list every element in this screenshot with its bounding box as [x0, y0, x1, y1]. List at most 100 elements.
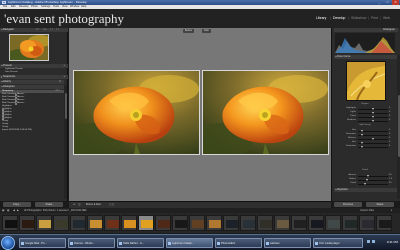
network-icon[interactable]	[367, 240, 370, 243]
slider-value[interactable]: 0	[389, 129, 390, 132]
filmstrip-thumbnail[interactable]	[206, 215, 222, 231]
module-develop[interactable]: Develop	[333, 15, 345, 21]
swap-views-icon[interactable]: ▢ ▢	[109, 203, 114, 207]
filmstrip-thumbnail[interactable]	[104, 215, 120, 231]
slider-knob[interactable]	[371, 111, 374, 114]
vignettes-header[interactable]: Vignettes	[334, 188, 398, 192]
slider-value[interactable]: 0	[389, 145, 390, 148]
slider-knob[interactable]	[365, 178, 368, 181]
view-mode-label[interactable]: Before & After :	[86, 203, 102, 207]
start-button[interactable]	[1, 236, 15, 250]
filmstrip-thumbnail[interactable]	[70, 215, 86, 231]
slider-value[interactable]: 0	[389, 141, 390, 144]
clear-history-icon[interactable]: ✕	[59, 80, 61, 84]
after-photo[interactable]	[202, 70, 329, 155]
slider-value[interactable]: 0	[389, 133, 390, 136]
slider-row[interactable]: Saturation 0	[336, 145, 396, 149]
filmstrip-thumbnail[interactable]	[121, 215, 137, 231]
filmstrip-thumbnail[interactable]	[376, 215, 392, 231]
filmstrip-thumbnail[interactable]	[189, 215, 205, 231]
filmstrip-thumbnail[interactable]	[138, 215, 154, 231]
tone-curve-graph[interactable]	[346, 61, 386, 101]
slider-knob[interactable]	[371, 119, 374, 122]
taskbar-item[interactable]: Internet - Windo...	[68, 238, 115, 248]
slider-value[interactable]: 25	[389, 182, 391, 185]
filmstrip-thumbnail[interactable]	[155, 215, 171, 231]
slider-value[interactable]: 0	[389, 115, 390, 118]
taskbar-item[interactable]: VLC media player	[313, 238, 363, 248]
filmstrip-thumbnail[interactable]	[308, 215, 324, 231]
navigator-header[interactable]: Navigator FIT FILL 1:1 3:1	[0, 28, 68, 32]
previous-button[interactable]: Previous	[334, 202, 362, 207]
zoom-fit[interactable]: FIT	[36, 28, 39, 32]
filmstrip-thumbnail[interactable]	[274, 215, 290, 231]
slider-knob[interactable]	[371, 137, 374, 140]
add-snapshot-icon[interactable]: +	[63, 75, 65, 79]
zoom-fill[interactable]: FILL	[43, 28, 47, 32]
taskbar-item[interactable]: Table Rather - Li...	[117, 238, 164, 248]
filmstrip-thumbnail[interactable]	[257, 215, 273, 231]
filmstrip-thumbnail[interactable]	[172, 215, 188, 231]
zoom-3-1[interactable]: 3:1	[56, 28, 59, 32]
filmstrip-thumbnail[interactable]	[36, 215, 52, 231]
filmstrip-thumbnail[interactable]	[19, 215, 35, 231]
taskbar-item[interactable]: Google Mail - Pri...	[19, 238, 66, 248]
slider-value[interactable]: 0	[389, 119, 390, 122]
filmstrip-thumbnail[interactable]	[342, 215, 358, 231]
slider-value[interactable]: 0	[389, 137, 390, 140]
filmstrip-thumbnail[interactable]	[2, 215, 18, 231]
filmstrip-thumbnail[interactable]	[240, 215, 256, 231]
add-preset-icon[interactable]: +	[63, 64, 65, 68]
filmstrip-thumbnail[interactable]	[87, 215, 103, 231]
filmstrip-thumbnail[interactable]	[325, 215, 341, 231]
slider-row[interactable]: Detail 25	[336, 182, 396, 186]
filmstrip-thumbnail[interactable]	[291, 215, 307, 231]
slider-knob[interactable]	[371, 107, 374, 110]
taskbar-item-active[interactable]: Lightroom Catalo...	[166, 238, 213, 248]
module-slideshow[interactable]: Slideshow	[351, 15, 366, 21]
module-web[interactable]: Web	[383, 15, 390, 21]
copy-button[interactable]: Copy...	[3, 202, 31, 207]
taskbar-item[interactable]: webcam	[264, 238, 311, 248]
before-after-view-icon[interactable]: ◫	[78, 203, 80, 207]
taskbar-item[interactable]: Photo Editor	[215, 238, 262, 248]
zoom-1-1[interactable]: 1:1	[50, 28, 53, 32]
slider-knob[interactable]	[361, 133, 364, 136]
history-item[interactable]: Import (9/20/2008 5:56:04 PM)	[2, 129, 32, 132]
preset-folder-user[interactable]: User Presets	[5, 71, 18, 74]
slider-knob[interactable]	[366, 174, 369, 177]
slider-knob[interactable]	[361, 141, 364, 144]
filmstrip-thumbnail[interactable]	[53, 215, 69, 231]
slider-value[interactable]: 0	[389, 111, 390, 114]
slider-knob[interactable]	[364, 182, 367, 185]
loupe-view-icon[interactable]: ▭	[73, 203, 75, 207]
histogram-header[interactable]: Histogram	[334, 28, 398, 32]
reset-button[interactable]: Reset	[366, 202, 394, 207]
history-subheader[interactable]: Histogram	[0, 85, 64, 89]
left-panel-scrollbar[interactable]	[64, 85, 67, 199]
slider-track[interactable]	[358, 179, 388, 181]
slider-track[interactable]	[358, 183, 388, 185]
module-print[interactable]: Print	[371, 15, 378, 21]
navigator-preview[interactable]	[9, 34, 49, 61]
slider-value[interactable]: 50	[389, 174, 391, 177]
develop-toolbar: ▭ ◫ Before & After : ▢ ▢	[69, 201, 331, 208]
scrollbar-thumb[interactable]	[397, 95, 400, 157]
history-header[interactable]: History ✕	[0, 80, 64, 84]
module-library[interactable]: Library	[316, 15, 326, 21]
volume-icon[interactable]	[372, 240, 375, 243]
slider-track[interactable]	[358, 175, 388, 177]
paste-button[interactable]: Paste	[35, 202, 63, 207]
slider-value[interactable]: 1.0	[389, 178, 392, 181]
slider-knob[interactable]	[361, 145, 364, 148]
slider-row[interactable]: Shadows 0	[336, 119, 396, 123]
before-photo[interactable]	[73, 70, 200, 155]
scrollbar-thumb[interactable]	[64, 93, 67, 119]
filmstrip-thumbnail[interactable]	[223, 215, 239, 231]
slider-value[interactable]: 0	[389, 107, 390, 110]
slider-knob[interactable]	[371, 115, 374, 118]
filmstrip-thumbnail[interactable]	[359, 215, 375, 231]
tone-curve-header[interactable]: Tone Curve	[334, 55, 398, 59]
slider-knob[interactable]	[361, 129, 364, 132]
snapshots-header[interactable]: Snapshots +	[0, 75, 68, 79]
